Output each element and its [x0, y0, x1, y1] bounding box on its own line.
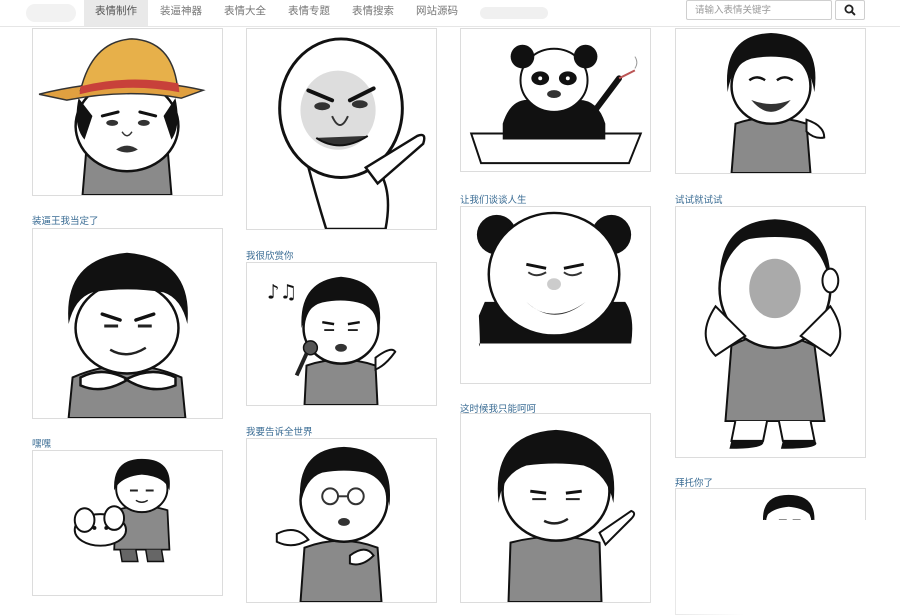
- meme-card-bald-pointing[interactable]: [246, 28, 437, 230]
- meme-image: [704, 219, 842, 449]
- tab-biaoqing-daquan[interactable]: 表情大全: [214, 0, 276, 26]
- search-button[interactable]: [835, 0, 865, 20]
- meme-caption[interactable]: 让我们谈谈人生: [460, 192, 527, 206]
- meme-card-bowl-glasses[interactable]: [246, 438, 437, 603]
- meme-image: [726, 32, 826, 173]
- meme-image: [278, 37, 426, 229]
- tab-biaoqing-zhizuo[interactable]: 表情制作: [84, 0, 148, 26]
- meme-card-bowl-singing[interactable]: ♪♫: [246, 262, 437, 406]
- meme-image: [469, 44, 643, 165]
- tab-biaoqing-sousuo[interactable]: 表情搜索: [342, 0, 404, 26]
- search-icon: [844, 4, 856, 16]
- meme-card-bowl-sly[interactable]: [32, 228, 223, 419]
- meme-caption[interactable]: 拜托你了: [675, 475, 713, 489]
- tab-biaoqing-zhuanti[interactable]: 表情专题: [278, 0, 340, 26]
- meme-caption[interactable]: 嘿嘿: [32, 436, 51, 450]
- meme-image: [275, 446, 391, 602]
- meme-caption[interactable]: 我很欣赏你: [246, 248, 294, 262]
- meme-image: [476, 211, 633, 347]
- meme-card-bowl-puppy[interactable]: [32, 450, 223, 596]
- meme-image: [67, 252, 188, 418]
- tab-wangzhan-yuanma[interactable]: 网站源码: [406, 0, 468, 26]
- meme-image: [73, 458, 171, 563]
- meme-card-bowl-crying[interactable]: [675, 206, 866, 458]
- meme-card-bowl-laughing[interactable]: [675, 28, 866, 174]
- meme-card-bowl-shrug[interactable]: [460, 413, 651, 603]
- meme-card-hat-boy[interactable]: [32, 28, 223, 196]
- meme-caption[interactable]: 我要告诉全世界: [246, 424, 313, 438]
- meme-caption[interactable]: 装逼王我当定了: [32, 213, 99, 227]
- user-menu[interactable]: [480, 7, 548, 19]
- search-input[interactable]: [686, 0, 832, 20]
- meme-card-panda-face[interactable]: [460, 206, 651, 384]
- meme-image: [38, 38, 206, 195]
- meme-caption[interactable]: 试试就试试: [675, 192, 723, 206]
- top-nav-bar: 表情制作 装逼神器 表情大全 表情专题 表情搜索 网站源码: [0, 0, 900, 27]
- meme-image: ♪♫: [267, 276, 397, 405]
- tab-zhuangbi-shenqi[interactable]: 装逼神器: [150, 0, 212, 26]
- site-logo[interactable]: [26, 4, 76, 22]
- watermark-fade: [640, 520, 900, 615]
- meme-image: [497, 429, 636, 602]
- svg-text:♪♫: ♪♫: [267, 281, 297, 304]
- meme-card-panda-desk[interactable]: [460, 28, 651, 172]
